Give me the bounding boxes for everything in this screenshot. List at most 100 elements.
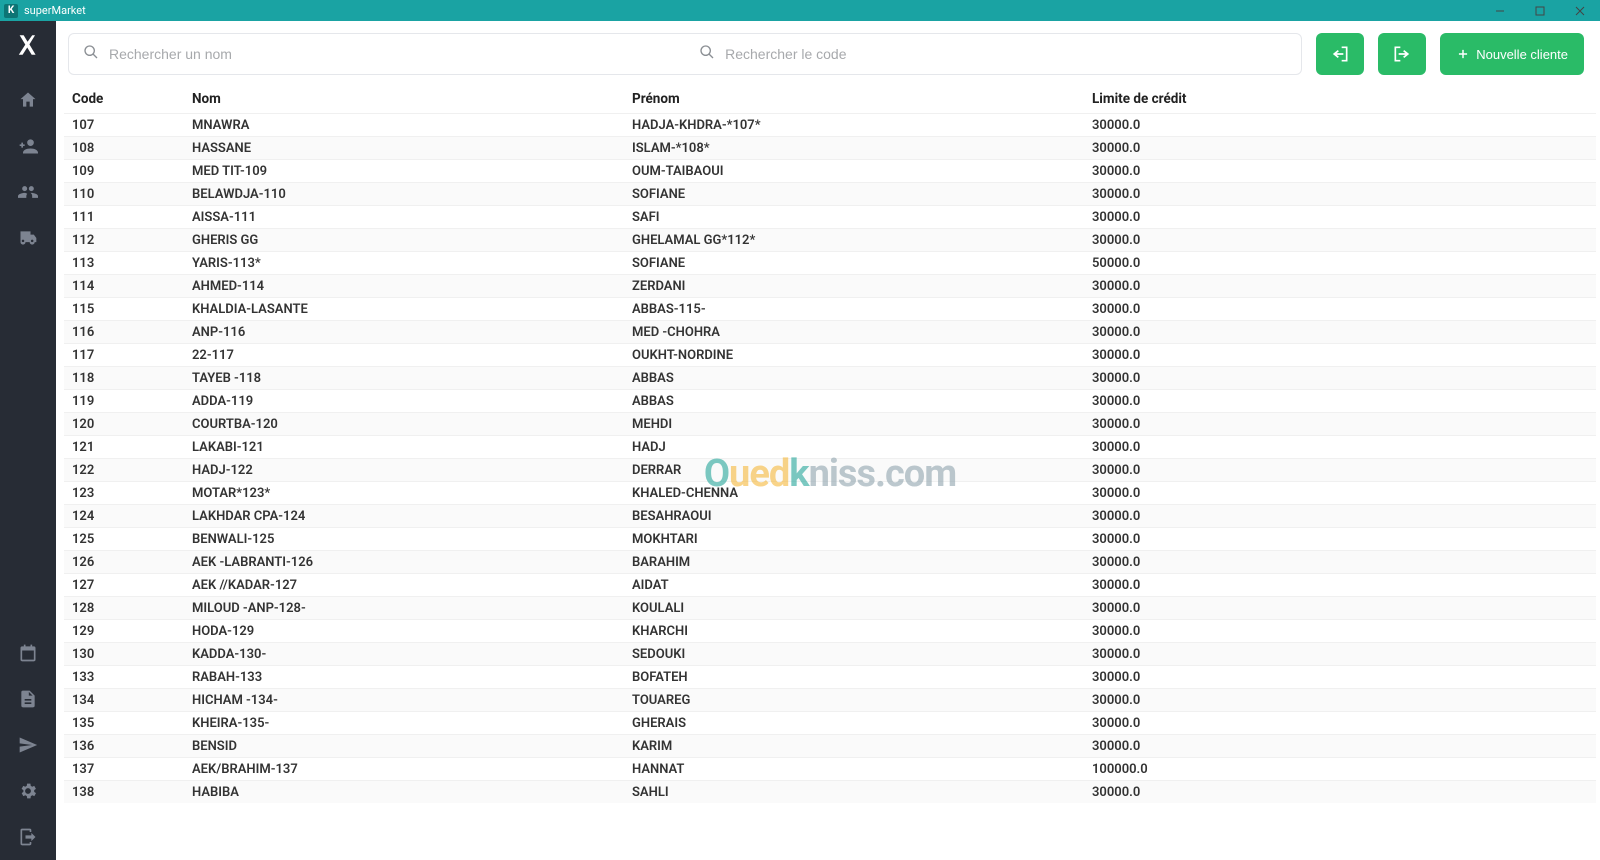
th-limit[interactable]: Limite de crédit xyxy=(1084,87,1596,114)
cell-limit: 30000.0 xyxy=(1084,781,1596,804)
cell-limit: 30000.0 xyxy=(1084,482,1596,505)
table-row[interactable]: 133RABAH-133BOFATEH30000.0 xyxy=(64,666,1596,689)
cell-prenom: ABBAS-115- xyxy=(624,298,1084,321)
nav-document[interactable] xyxy=(0,676,56,722)
table-row[interactable]: 112GHERIS GGGHELAMAL GG*112*30000.0 xyxy=(64,229,1596,252)
cell-nom: BENSID xyxy=(184,735,624,758)
app-logo[interactable] xyxy=(14,31,42,59)
table-row[interactable]: 125BENWALI-125MOKHTARI30000.0 xyxy=(64,528,1596,551)
cell-limit: 30000.0 xyxy=(1084,413,1596,436)
table-row[interactable]: 123MOTAR*123*KHALED-CHENNA30000.0 xyxy=(64,482,1596,505)
cell-limit: 30000.0 xyxy=(1084,574,1596,597)
nav-truck[interactable] xyxy=(0,215,56,261)
th-prenom[interactable]: Prénom xyxy=(624,87,1084,114)
cell-nom: KADDA-130- xyxy=(184,643,624,666)
export-button[interactable] xyxy=(1378,33,1426,75)
table-row[interactable]: 109MED TIT-109OUM-TAIBAOUI30000.0 xyxy=(64,160,1596,183)
cell-prenom: ABBAS xyxy=(624,390,1084,413)
table-row[interactable]: 129HODA-129KHARCHI30000.0 xyxy=(64,620,1596,643)
cell-limit: 30000.0 xyxy=(1084,689,1596,712)
cell-code: 108 xyxy=(64,137,184,160)
cell-limit: 30000.0 xyxy=(1084,114,1596,137)
search-code-input[interactable] xyxy=(725,46,1287,62)
table-row[interactable]: 110BELAWDJA-110SOFIANE30000.0 xyxy=(64,183,1596,206)
table-row[interactable]: 119ADDA-119ABBAS30000.0 xyxy=(64,390,1596,413)
nav-settings[interactable] xyxy=(0,768,56,814)
table-row[interactable]: 138HABIBASAHLI30000.0 xyxy=(64,781,1596,804)
search-name-wrap xyxy=(69,34,685,74)
maximize-button[interactable] xyxy=(1520,0,1560,21)
table-row[interactable]: 111AISSA-111SAFI30000.0 xyxy=(64,206,1596,229)
nav-send[interactable] xyxy=(0,722,56,768)
table-row[interactable]: 108HASSANEISLAM-*108*30000.0 xyxy=(64,137,1596,160)
cell-limit: 30000.0 xyxy=(1084,321,1596,344)
table-row[interactable]: 135KHEIRA-135-GHERAIS30000.0 xyxy=(64,712,1596,735)
table-row[interactable]: 11722-117OUKHT-NORDINE30000.0 xyxy=(64,344,1596,367)
cell-code: 110 xyxy=(64,183,184,206)
cell-prenom: HANNAT xyxy=(624,758,1084,781)
nav-home[interactable] xyxy=(0,77,56,123)
app-icon: K xyxy=(4,4,18,18)
table-row[interactable]: 120COURTBA-120MEHDI30000.0 xyxy=(64,413,1596,436)
nav-calendar[interactable] xyxy=(0,630,56,676)
minimize-button[interactable] xyxy=(1480,0,1520,21)
nav-users[interactable] xyxy=(0,169,56,215)
table-row[interactable]: 130KADDA-130-SEDOUKI30000.0 xyxy=(64,643,1596,666)
th-code[interactable]: Code xyxy=(64,87,184,114)
cell-prenom: ABBAS xyxy=(624,367,1084,390)
cell-limit: 30000.0 xyxy=(1084,367,1596,390)
cell-prenom: OUM-TAIBAOUI xyxy=(624,160,1084,183)
cell-nom: AEK //KADAR-127 xyxy=(184,574,624,597)
nav-add-user[interactable] xyxy=(0,123,56,169)
cell-nom: AHMED-114 xyxy=(184,275,624,298)
cell-nom: AEK/BRAHIM-137 xyxy=(184,758,624,781)
cell-prenom: KARIM xyxy=(624,735,1084,758)
table-row[interactable]: 134HICHAM -134-TOUAREG30000.0 xyxy=(64,689,1596,712)
table-row[interactable]: 137AEK/BRAHIM-137HANNAT100000.0 xyxy=(64,758,1596,781)
table-row[interactable]: 126AEK -LABRANTI-126BARAHIM30000.0 xyxy=(64,551,1596,574)
table-row[interactable]: 127AEK //KADAR-127AIDAT30000.0 xyxy=(64,574,1596,597)
cell-limit: 30000.0 xyxy=(1084,528,1596,551)
nav-logout[interactable] xyxy=(0,814,56,860)
table-row[interactable]: 107MNAWRAHADJA-KHDRA-*107*30000.0 xyxy=(64,114,1596,137)
close-button[interactable] xyxy=(1560,0,1600,21)
cell-limit: 30000.0 xyxy=(1084,344,1596,367)
cell-nom: COURTBA-120 xyxy=(184,413,624,436)
table-row[interactable]: 121LAKABI-121HADJ30000.0 xyxy=(64,436,1596,459)
cell-code: 113 xyxy=(64,252,184,275)
cell-limit: 30000.0 xyxy=(1084,459,1596,482)
cell-prenom: MOKHTARI xyxy=(624,528,1084,551)
cell-nom: TAYEB -118 xyxy=(184,367,624,390)
cell-code: 107 xyxy=(64,114,184,137)
cell-prenom: BESAHRAOUI xyxy=(624,505,1084,528)
cell-prenom: ZERDANI xyxy=(624,275,1084,298)
cell-nom: AEK -LABRANTI-126 xyxy=(184,551,624,574)
cell-code: 109 xyxy=(64,160,184,183)
cell-limit: 30000.0 xyxy=(1084,436,1596,459)
cell-nom: 22-117 xyxy=(184,344,624,367)
table-row[interactable]: 124LAKHDAR CPA-124BESAHRAOUI30000.0 xyxy=(64,505,1596,528)
cell-code: 123 xyxy=(64,482,184,505)
table-row[interactable]: 118TAYEB -118ABBAS30000.0 xyxy=(64,367,1596,390)
cell-prenom: GHELAMAL GG*112* xyxy=(624,229,1084,252)
table-row[interactable]: 136BENSIDKARIM30000.0 xyxy=(64,735,1596,758)
cell-nom: MILOUD -ANP-128- xyxy=(184,597,624,620)
clients-table: Code Nom Prénom Limite de crédit 107MNAW… xyxy=(64,87,1596,803)
new-client-button[interactable]: Nouvelle cliente xyxy=(1440,33,1584,75)
sidebar xyxy=(0,21,56,860)
cell-nom: RABAH-133 xyxy=(184,666,624,689)
table-row[interactable]: 128MILOUD -ANP-128-KOULALI30000.0 xyxy=(64,597,1596,620)
table-row[interactable]: 122HADJ-122DERRAR30000.0 xyxy=(64,459,1596,482)
cell-code: 118 xyxy=(64,367,184,390)
table-row[interactable]: 116ANP-116MED -CHOHRA30000.0 xyxy=(64,321,1596,344)
search-name-input[interactable] xyxy=(109,46,671,62)
cell-nom: HODA-129 xyxy=(184,620,624,643)
table-container[interactable]: Code Nom Prénom Limite de crédit 107MNAW… xyxy=(64,87,1596,860)
import-button[interactable] xyxy=(1316,33,1364,75)
th-nom[interactable]: Nom xyxy=(184,87,624,114)
table-row[interactable]: 113YARIS-113*SOFIANE50000.0 xyxy=(64,252,1596,275)
cell-limit: 30000.0 xyxy=(1084,735,1596,758)
search-bar xyxy=(68,33,1302,75)
table-row[interactable]: 114AHMED-114ZERDANI30000.0 xyxy=(64,275,1596,298)
table-row[interactable]: 115KHALDIA-LASANTEABBAS-115-30000.0 xyxy=(64,298,1596,321)
